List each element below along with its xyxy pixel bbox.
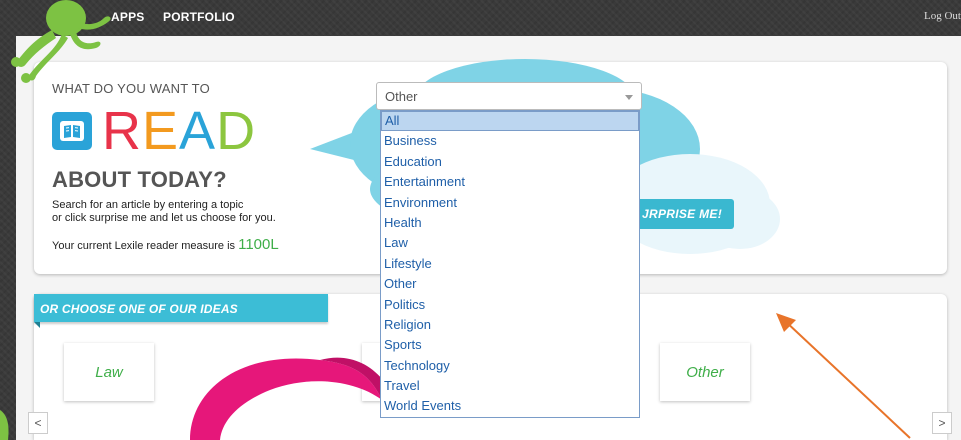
dropdown-option-politics[interactable]: Politics xyxy=(381,295,639,315)
dropdown-option-sports[interactable]: Sports xyxy=(381,335,639,355)
read-letter-e: E xyxy=(142,101,180,161)
green-decoration-icon xyxy=(0,410,9,440)
topic-dropdown-list: All Business Education Entertainment Env… xyxy=(380,110,640,418)
top-nav: APPS PORTFOLIO Log Out xyxy=(0,0,961,32)
book-icon xyxy=(52,112,92,150)
dropdown-option-world-events[interactable]: World Events xyxy=(381,396,639,416)
dropdown-option-other[interactable]: Other xyxy=(381,274,639,294)
dropdown-option-environment[interactable]: Environment xyxy=(381,193,639,213)
dropdown-option-travel[interactable]: Travel xyxy=(381,376,639,396)
ribbon-graphic-icon xyxy=(190,357,390,440)
carousel-next-button[interactable]: > xyxy=(932,412,952,434)
annotation-arrow-icon xyxy=(776,313,911,439)
topic-select[interactable]: Other xyxy=(376,82,642,110)
desc-line-2: or click surprise me and let us choose f… xyxy=(52,212,276,224)
lexile-line: Your current Lexile reader measure is 11… xyxy=(52,236,279,253)
dropdown-option-all[interactable]: All xyxy=(381,111,639,132)
idea-tile-other[interactable]: Other xyxy=(660,343,750,401)
banner-fold xyxy=(34,322,40,328)
idea-tile-law[interactable]: Law xyxy=(64,343,154,401)
logout-link[interactable]: Log Out xyxy=(924,10,961,22)
dropdown-option-religion[interactable]: Religion xyxy=(381,315,639,335)
dropdown-option-technology[interactable]: Technology xyxy=(381,356,639,376)
prompt-bottom-text: ABOUT TODAY? xyxy=(52,167,227,192)
desc-line-1: Search for an article by entering a topi… xyxy=(52,199,244,211)
search-description: Search for an article by entering a topi… xyxy=(52,199,276,225)
lexile-value: 1100L xyxy=(238,236,279,253)
read-letter-d: D xyxy=(216,101,257,161)
nav-portfolio-link[interactable]: PORTFOLIO xyxy=(163,10,235,24)
chevron-down-icon[interactable] xyxy=(625,95,633,100)
dropdown-option-education[interactable]: Education xyxy=(381,152,639,172)
octopus-logo-icon[interactable] xyxy=(4,0,124,95)
ideas-banner: OR CHOOSE ONE OF OUR IDEAS xyxy=(34,294,328,322)
dropdown-option-business[interactable]: Business xyxy=(381,131,639,151)
topic-select-value: Other xyxy=(385,89,418,104)
dropdown-option-health[interactable]: Health xyxy=(381,213,639,233)
read-letter-r: R xyxy=(102,101,142,161)
read-heading: READ xyxy=(102,104,256,158)
carousel-prev-button[interactable]: < xyxy=(28,412,48,434)
dropdown-option-law[interactable]: Law xyxy=(381,233,639,253)
dropdown-option-lifestyle[interactable]: Lifestyle xyxy=(381,254,639,274)
dropdown-option-entertainment[interactable]: Entertainment xyxy=(381,172,639,192)
lexile-label: Your current Lexile reader measure is xyxy=(52,240,236,252)
read-letter-a: A xyxy=(179,101,217,161)
